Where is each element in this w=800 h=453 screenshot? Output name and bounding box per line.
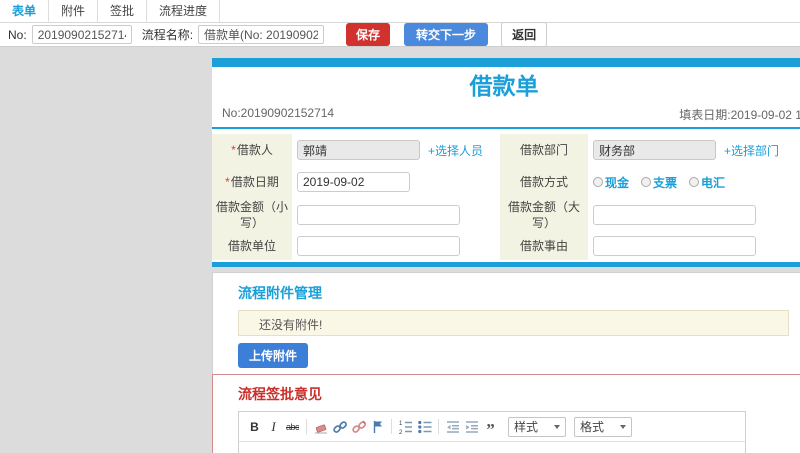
editor-toolbar: B I abc 12 ” 样式 格式 [239, 412, 745, 442]
save-button[interactable]: 保存 [346, 23, 391, 46]
no-input[interactable] [31, 25, 132, 44]
form-fields-table: *借款人 +选择人员 借款部门 +选择部门 *借款日期 借款方式 现金 [212, 134, 800, 260]
style-select[interactable]: 样式 [508, 416, 566, 437]
indent-icon[interactable] [462, 418, 481, 436]
select-dept-link[interactable]: +选择部门 [724, 142, 779, 159]
loan-form-panel: 借款单 No:20190902152714 填表日期:2019-09-02 15… [212, 58, 800, 267]
radio-circle-icon [641, 177, 652, 187]
strikethrough-icon[interactable]: abc [283, 418, 302, 436]
borrower-label: *借款人 [212, 134, 292, 166]
tab-approve[interactable]: 签批 [98, 0, 148, 22]
tab-form[interactable]: 表单 [0, 0, 50, 22]
numbered-list-icon[interactable]: 12 [396, 418, 415, 436]
remove-format-icon[interactable] [311, 418, 330, 436]
approval-panel: 流程签批意见 B I abc 12 ” 样式 格式 [212, 374, 800, 453]
italic-icon[interactable]: I [264, 418, 283, 436]
amount-upper-input[interactable] [593, 205, 756, 225]
command-bar: No: 流程名称: 保存 转交下一步 返回 [0, 22, 800, 47]
radio-cash[interactable]: 现金 [593, 174, 629, 191]
select-person-link[interactable]: +选择人员 [428, 142, 483, 159]
loan-method-label: 借款方式 [500, 166, 588, 198]
loan-date-label: *借款日期 [212, 166, 292, 198]
tab-attachments[interactable]: 附件 [49, 0, 99, 22]
flow-name-input[interactable] [198, 25, 325, 44]
blockquote-icon[interactable]: ” [481, 418, 500, 438]
form-title: 借款单 [469, 73, 539, 99]
flow-name-label: 流程名称: [141, 28, 194, 42]
dept-label: 借款部门 [500, 134, 588, 166]
svg-text:1: 1 [399, 421, 403, 427]
no-attachments-message: 还没有附件! [238, 310, 789, 336]
anchor-flag-icon[interactable] [368, 418, 387, 436]
required-asterisk: * [225, 175, 230, 189]
unlink-icon[interactable] [349, 418, 368, 436]
required-asterisk: * [231, 143, 236, 157]
form-date-text: 填表日期:2019-09-02 15:27:14 [679, 108, 800, 122]
panel-top-bar [212, 58, 800, 67]
approval-heading: 流程签批意见 [238, 386, 322, 402]
borrower-input[interactable] [297, 140, 420, 160]
chevron-down-icon [620, 424, 626, 429]
loan-unit-input[interactable] [297, 236, 460, 256]
radio-cheque[interactable]: 支票 [641, 174, 677, 191]
tab-bar: 表单 附件 签批 流程进度 [0, 0, 800, 23]
amount-lower-label: 借款金额（小写） [212, 198, 292, 232]
rich-text-editor: B I abc 12 ” 样式 格式 [238, 411, 746, 453]
loan-unit-label: 借款单位 [212, 232, 292, 260]
dept-input[interactable] [593, 140, 716, 160]
link-icon[interactable] [330, 418, 349, 436]
no-label: No: [8, 27, 27, 42]
page-background: 借款单 No:20190902152714 填表日期:2019-09-02 15… [0, 47, 800, 453]
loan-reason-label: 借款事由 [500, 232, 588, 260]
bullet-list-icon[interactable] [415, 418, 434, 436]
back-button[interactable]: 返回 [501, 22, 548, 47]
upload-attachment-button[interactable]: 上传附件 [238, 343, 309, 368]
attachments-panel: 流程附件管理 还没有附件! 上传附件 [212, 272, 800, 379]
amount-upper-label: 借款金额（大写） [500, 198, 588, 232]
bold-icon[interactable]: B [245, 418, 264, 436]
amount-lower-input[interactable] [297, 205, 460, 225]
editor-content-area[interactable] [239, 442, 745, 453]
radio-circle-icon [689, 177, 700, 187]
loan-reason-input[interactable] [593, 236, 756, 256]
form-no-text: No:20190902152714 [222, 106, 335, 120]
radio-circle-icon [593, 177, 603, 187]
loan-date-input[interactable] [297, 172, 410, 192]
format-select[interactable]: 格式 [574, 416, 632, 437]
radio-wire[interactable]: 电汇 [689, 174, 725, 191]
svg-text:2: 2 [399, 430, 403, 435]
outdent-icon[interactable] [443, 418, 462, 436]
attachments-heading: 流程附件管理 [238, 285, 322, 301]
tab-progress[interactable]: 流程进度 [147, 0, 221, 22]
chevron-down-icon [554, 424, 560, 429]
panel-bottom-bar [212, 262, 800, 267]
forward-next-step-button[interactable]: 转交下一步 [404, 23, 489, 46]
